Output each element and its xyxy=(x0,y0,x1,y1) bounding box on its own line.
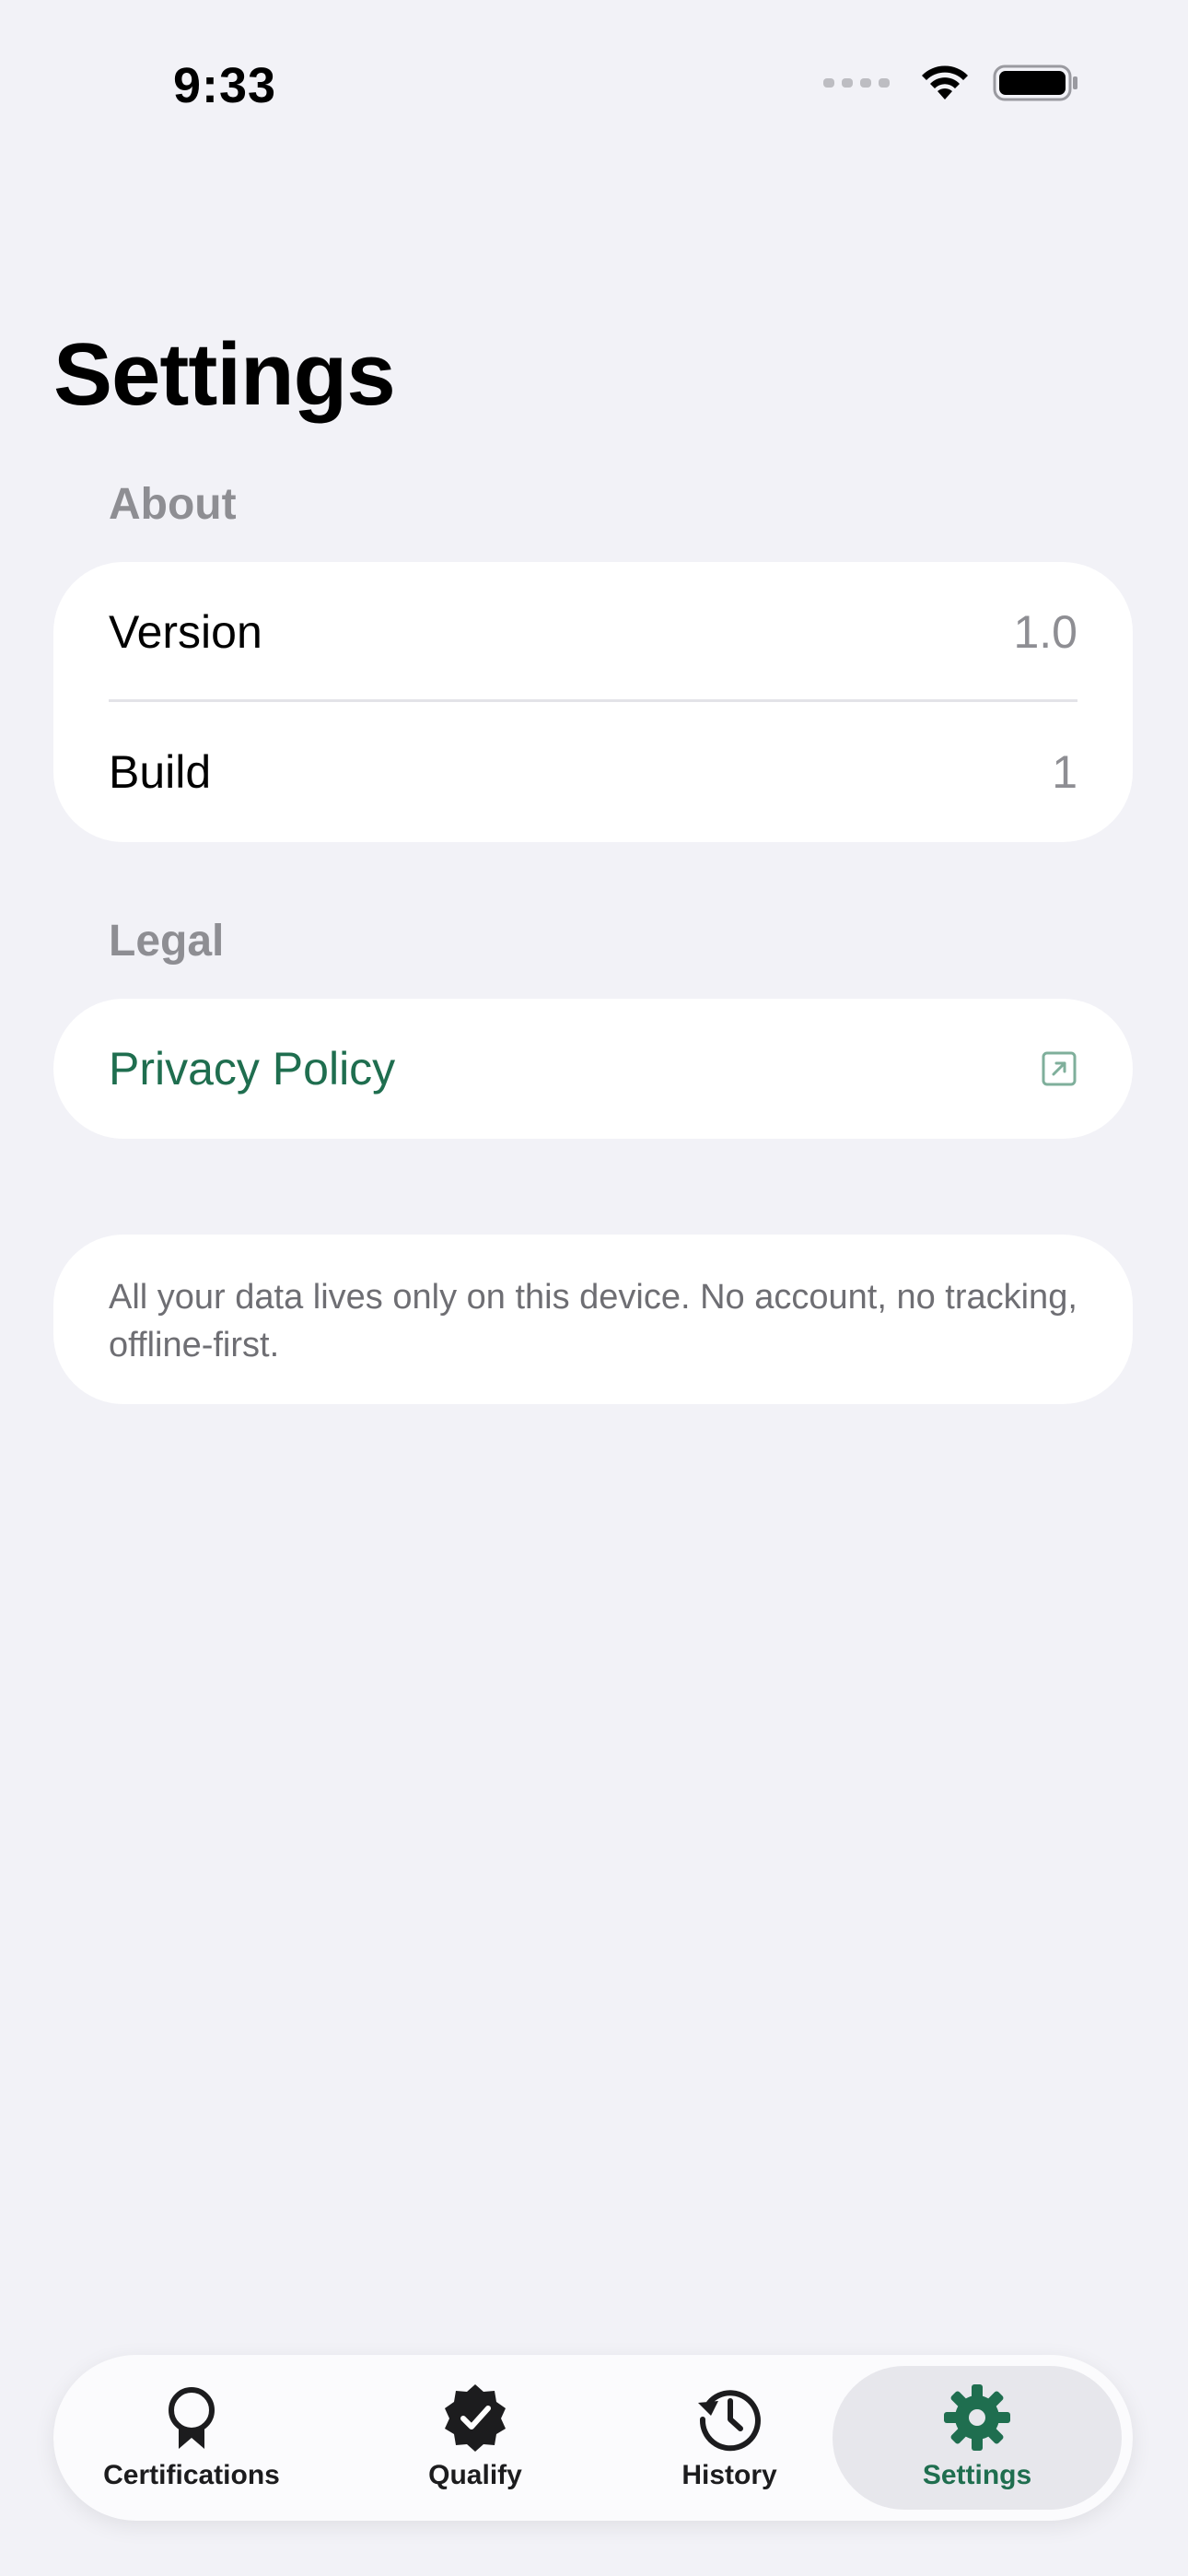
battery-icon xyxy=(993,64,1077,101)
about-card: Version 1.0 Build 1 xyxy=(53,562,1133,842)
build-row: Build 1 xyxy=(109,739,1077,805)
version-value: 1.0 xyxy=(1013,606,1077,658)
build-label: Build xyxy=(109,746,212,798)
section-header-legal: Legal xyxy=(109,917,225,966)
ribbon-icon xyxy=(169,2387,215,2449)
tab-certifications-label: Certifications xyxy=(103,2460,280,2490)
cellular-signal-icon xyxy=(823,78,890,88)
privacy-policy-row[interactable]: Privacy Policy xyxy=(53,999,1133,1139)
privacy-policy-content: Privacy Policy xyxy=(109,1036,1077,1102)
tab-history-label: History xyxy=(681,2460,777,2490)
section-header-about: About xyxy=(109,480,237,529)
tab-history[interactable]: History xyxy=(637,2355,821,2521)
page-title: Settings xyxy=(53,325,396,424)
tab-settings-label: Settings xyxy=(922,2460,1032,2490)
checkmark-seal-icon xyxy=(445,2384,506,2452)
privacy-note-text: All your data lives only on this device.… xyxy=(109,1278,1077,1364)
tab-certifications[interactable]: Certifications xyxy=(99,2355,284,2521)
status-indicators xyxy=(823,63,1079,103)
version-row: Version 1.0 xyxy=(109,599,1077,665)
privacy-note-card: All your data lives only on this device.… xyxy=(53,1235,1133,1404)
row-divider xyxy=(109,699,1077,702)
tab-bar: Certifications Qualify History Settings xyxy=(53,2355,1133,2521)
history-clock-icon xyxy=(698,2390,761,2452)
external-link-icon xyxy=(1042,1051,1077,1086)
status-time: 9:33 xyxy=(173,58,277,113)
wifi-icon xyxy=(922,65,968,100)
tab-settings[interactable]: Settings xyxy=(885,2355,1069,2521)
tab-qualify[interactable]: Qualify xyxy=(383,2355,567,2521)
version-label: Version xyxy=(109,606,262,658)
build-value: 1 xyxy=(1052,746,1077,798)
tab-qualify-label: Qualify xyxy=(428,2460,522,2490)
privacy-policy-label: Privacy Policy xyxy=(109,1043,396,1095)
gear-icon xyxy=(944,2384,1010,2451)
